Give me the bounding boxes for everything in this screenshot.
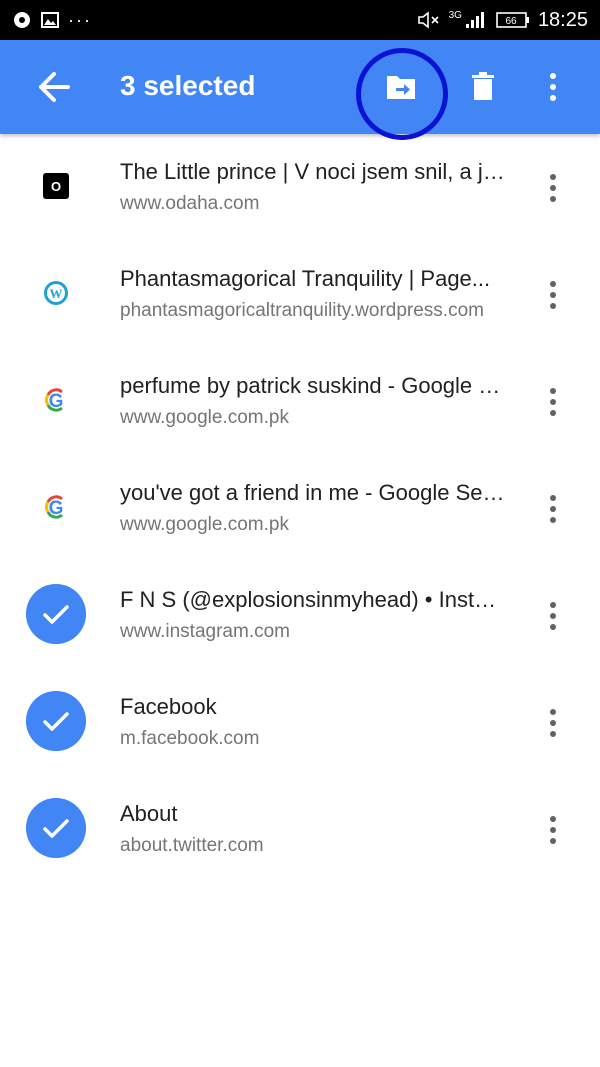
clock: 18:25 xyxy=(537,8,588,31)
item-url: www.odaha.com xyxy=(120,193,260,214)
status-right-icons: 3G 66 18:25 xyxy=(417,0,588,40)
more-notifications: ··· xyxy=(68,9,92,30)
status-bar: ··· 3G 66 18:25 xyxy=(0,0,600,40)
more-vert-icon xyxy=(550,602,556,630)
move-to-folder-button[interactable] xyxy=(376,62,426,112)
check-icon xyxy=(26,584,86,644)
favicon: O xyxy=(26,156,86,216)
list-item[interactable]: G you've got a friend in me - Google Sea… xyxy=(0,455,600,562)
list-item[interactable]: F N S (@explosionsinmyhead) • Instagram … xyxy=(0,562,600,669)
item-more-button[interactable] xyxy=(534,489,572,529)
item-more-button[interactable] xyxy=(534,703,572,743)
selection-count-title: 3 selected xyxy=(120,70,256,101)
item-title: F N S (@explosionsinmyhead) • Instagram xyxy=(120,587,508,612)
item-url: www.google.com.pk xyxy=(120,407,289,428)
item-more-button[interactable] xyxy=(534,382,572,422)
item-title: Facebook xyxy=(120,694,217,719)
more-vert-icon xyxy=(550,388,556,416)
item-title: Phantasmagorical Tranquility | Page... xyxy=(120,266,491,291)
list-item[interactable]: O The Little prince | V noci jsem snil, … xyxy=(0,134,600,241)
more-vert-icon xyxy=(550,73,556,101)
check-icon xyxy=(26,798,86,858)
selection-toolbar: 3 selected xyxy=(0,40,600,134)
mute-icon xyxy=(417,11,439,29)
battery-icon: 66 xyxy=(496,12,529,28)
google-icon: G xyxy=(45,388,63,412)
signal-icon xyxy=(465,12,484,28)
svg-text:66: 66 xyxy=(505,16,517,27)
item-url: about.twitter.com xyxy=(120,835,264,856)
list-item[interactable]: Facebook m.facebook.com xyxy=(0,669,600,776)
svg-text:W: W xyxy=(50,286,63,301)
item-more-button[interactable] xyxy=(534,275,572,315)
selected-indicator[interactable] xyxy=(26,691,86,751)
item-title: perfume by patrick suskind - Google Sear… xyxy=(120,373,508,398)
item-title: About xyxy=(120,801,178,826)
selected-indicator[interactable] xyxy=(26,798,86,858)
list-item[interactable]: About about.twitter.com xyxy=(0,776,600,883)
trash-icon xyxy=(472,72,494,100)
favicon: G xyxy=(26,370,86,430)
item-url: www.instagram.com xyxy=(120,621,290,642)
more-options-button[interactable] xyxy=(530,62,580,112)
item-url: m.facebook.com xyxy=(120,728,260,749)
check-icon xyxy=(26,691,86,751)
selected-indicator[interactable] xyxy=(26,584,86,644)
more-vert-icon xyxy=(550,281,556,309)
status-left-icons: ··· xyxy=(12,0,92,40)
more-vert-icon xyxy=(550,495,556,523)
google-icon: G xyxy=(45,495,63,519)
odaha-icon: O xyxy=(43,173,69,199)
favicon: G xyxy=(26,477,86,537)
svg-text:O: O xyxy=(51,179,61,194)
more-vert-icon xyxy=(550,816,556,844)
item-url: phantasmagoricaltranquility.wordpress.co… xyxy=(120,300,484,321)
arrow-back-icon xyxy=(39,72,70,102)
bookmark-list: O The Little prince | V noci jsem snil, … xyxy=(0,134,600,883)
notification-icon xyxy=(14,12,30,28)
image-icon xyxy=(41,12,59,28)
back-button[interactable] xyxy=(26,64,80,110)
list-item[interactable]: G perfume by patrick suskind - Google Se… xyxy=(0,348,600,455)
item-more-button[interactable] xyxy=(534,810,572,850)
folder-move-icon xyxy=(387,76,415,99)
item-more-button[interactable] xyxy=(534,168,572,208)
wordpress-icon: W xyxy=(44,281,68,305)
network-type: 3G xyxy=(448,9,462,21)
delete-button[interactable] xyxy=(458,62,508,112)
more-vert-icon xyxy=(550,709,556,737)
item-title: The Little prince | V noci jsem snil, a … xyxy=(120,159,508,184)
item-more-button[interactable] xyxy=(534,596,572,636)
favicon: W xyxy=(26,263,86,323)
item-url: www.google.com.pk xyxy=(120,514,289,535)
more-vert-icon xyxy=(550,174,556,202)
list-item[interactable]: W Phantasmagorical Tranquility | Page...… xyxy=(0,241,600,348)
item-title: you've got a friend in me - Google Searc… xyxy=(120,480,508,505)
